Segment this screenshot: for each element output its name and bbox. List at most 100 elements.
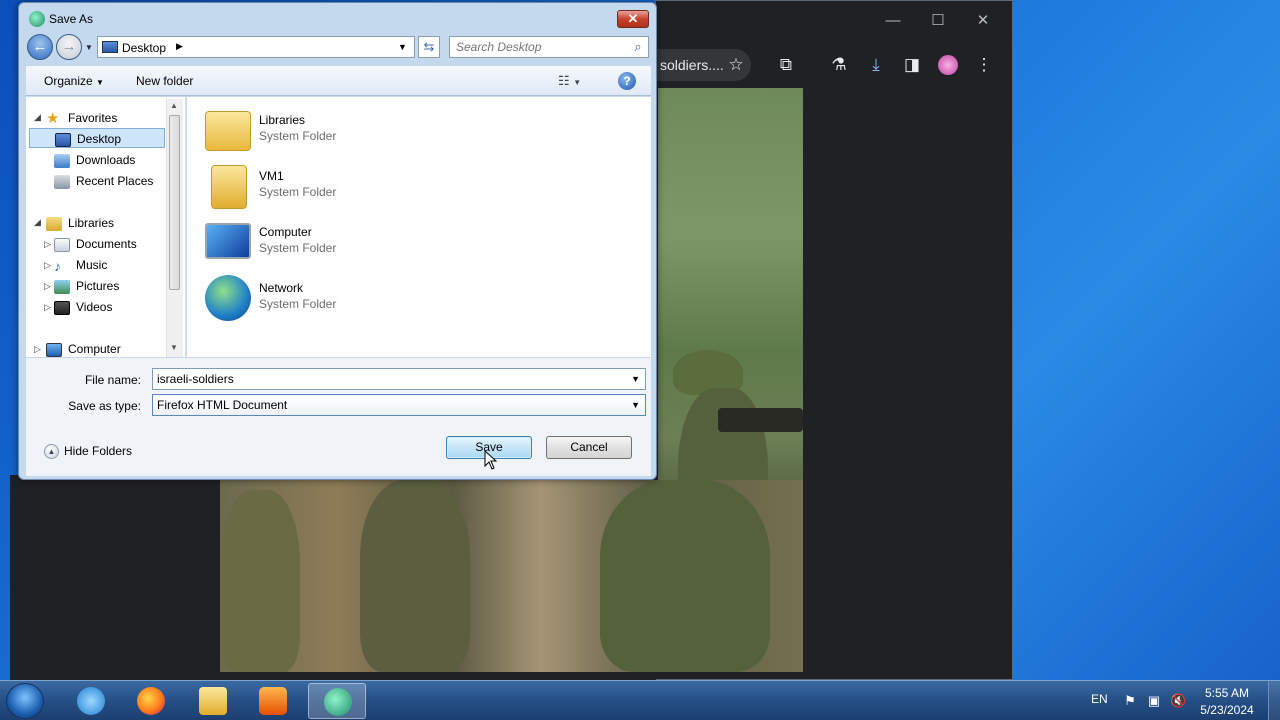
list-item[interactable]: Computer System Folder (205, 219, 505, 269)
profile-avatar[interactable] (936, 53, 960, 77)
cancel-button[interactable]: Cancel (546, 436, 632, 459)
sidebar-item-libraries[interactable]: Libraries (46, 213, 114, 233)
start-button[interactable] (6, 683, 44, 719)
chevron-down-icon[interactable]: ▼ (631, 400, 640, 410)
dialog-title: Save As (49, 12, 94, 26)
labs-flask-icon[interactable]: ⚗ (827, 53, 851, 77)
sidebar-item-recent-places[interactable]: Recent Places (54, 171, 153, 191)
expand-pictures-icon[interactable]: ▷ (44, 281, 51, 292)
more-menu-icon[interactable]: ⋮ (972, 53, 996, 77)
network-tray-icon[interactable]: ▣ (1146, 693, 1162, 709)
volume-muted-icon[interactable]: 🔇 (1170, 693, 1186, 709)
new-folder-button[interactable]: New folder (136, 74, 193, 88)
breadcrumb[interactable]: Desktop (122, 41, 166, 55)
download-icon[interactable]: ⤓ (864, 53, 888, 77)
organize-label: Organize (44, 74, 93, 88)
libraries-folder-icon (205, 111, 251, 151)
libraries-icon (46, 216, 62, 231)
chevron-right-icon[interactable]: ▶ (176, 41, 183, 52)
browser-toolbar: soldiers.... ☆ ⧉ ⚗ ⤓ ◨ ⋮ (656, 43, 1012, 85)
sidebar-item-pictures[interactable]: Pictures (54, 276, 119, 296)
sidebar-item-desktop[interactable]: Desktop (29, 128, 165, 148)
videos-icon (54, 300, 70, 315)
file-name-input[interactable] (157, 372, 617, 386)
chevron-down-icon: ▼ (96, 78, 104, 87)
expand-favorites-icon[interactable]: ◢ (34, 112, 41, 123)
sidebar-item-downloads[interactable]: Downloads (54, 150, 135, 170)
taskbar-internet-explorer[interactable] (62, 683, 120, 719)
expand-libraries-icon[interactable]: ◢ (34, 217, 41, 228)
taskbar-file-explorer[interactable] (184, 683, 242, 719)
save-as-type-label: Save as type: (68, 399, 141, 413)
sidebar-item-computer[interactable]: Computer (46, 339, 121, 359)
file-name-field[interactable]: ▼ (152, 368, 646, 390)
bookmark-star-icon[interactable]: ☆ (724, 53, 748, 77)
minimize-button[interactable]: — (879, 9, 907, 33)
side-panel-icon[interactable]: ◨ (900, 53, 924, 77)
music-icon: ♪ (54, 257, 61, 274)
back-button[interactable]: ← (27, 34, 53, 60)
save-as-type-value: Firefox HTML Document (157, 398, 288, 412)
video-frame-bottom (220, 480, 803, 672)
extensions-icon[interactable]: ⧉ (774, 53, 798, 77)
taskbar-browser-app[interactable] (308, 683, 366, 719)
action-center-flag-icon[interactable]: ⚑ (1122, 693, 1138, 709)
chevron-down-icon[interactable]: ▼ (631, 374, 640, 384)
clock-date[interactable]: 5/23/2024 (1192, 703, 1262, 717)
help-icon[interactable]: ? (618, 72, 636, 90)
maximize-button[interactable]: ☐ (924, 9, 952, 33)
scrollbar-thumb[interactable] (169, 115, 180, 290)
dialog-close-button[interactable]: ✕ (617, 10, 649, 28)
pictures-icon (54, 279, 70, 294)
recent-places-icon (54, 174, 70, 189)
expand-documents-icon[interactable]: ▷ (44, 239, 51, 250)
sidebar-item-music[interactable]: ♪ Music (54, 255, 107, 275)
recent-locations-dropdown[interactable]: ▼ (85, 43, 93, 52)
search-icon[interactable]: ⌕ (630, 39, 646, 55)
media-player-icon (259, 687, 287, 715)
taskbar-firefox[interactable] (122, 683, 180, 719)
show-desktop-button[interactable] (1268, 681, 1280, 720)
browser-close-button[interactable]: ✕ (969, 9, 997, 33)
file-name-label: File name: (84, 373, 141, 387)
computer-icon (46, 342, 62, 357)
internet-explorer-icon (77, 687, 105, 715)
chevron-down-icon[interactable]: ▼ (398, 42, 407, 52)
file-explorer-icon (199, 687, 227, 715)
documents-icon (54, 237, 70, 252)
sidebar-item-videos[interactable]: Videos (54, 297, 112, 317)
downloads-folder-icon (54, 153, 70, 168)
change-view-button[interactable]: ☷ ▼ (558, 73, 581, 89)
address-bar[interactable]: Desktop ▶ ▼ (97, 36, 415, 58)
list-item[interactable]: Network System Folder (205, 275, 505, 325)
sidebar-item-favorites[interactable]: ★ Favorites (46, 108, 117, 128)
language-indicator[interactable]: EN (1091, 692, 1108, 706)
desktop-icon (102, 41, 118, 53)
taskbar: EN ⚑ ▣ 🔇 5:55 AM 5/23/2024 (0, 680, 1280, 720)
clock-time[interactable]: 5:55 AM (1192, 686, 1262, 700)
expand-videos-icon[interactable]: ▷ (44, 302, 51, 313)
organize-button[interactable]: Organize ▼ (44, 74, 104, 88)
search-box[interactable]: ⌕ (449, 36, 649, 58)
taskbar-media-player[interactable] (244, 683, 302, 719)
expand-music-icon[interactable]: ▷ (44, 260, 51, 271)
list-item[interactable]: Libraries System Folder (205, 107, 505, 157)
computer-icon (205, 223, 251, 259)
forward-button[interactable]: → (56, 34, 82, 60)
user-folder-icon (211, 165, 247, 209)
sidebar-item-documents[interactable]: Documents (54, 234, 137, 254)
star-icon: ★ (46, 109, 60, 127)
desktop-icon (55, 132, 71, 147)
browser-titlebar: — ☐ ✕ (656, 1, 1012, 41)
search-input[interactable] (456, 40, 626, 54)
expand-computer-icon[interactable]: ▷ (34, 344, 41, 355)
app-icon (29, 11, 45, 27)
hide-folders-button[interactable]: ▲ Hide Folders (44, 444, 132, 460)
save-as-type-select[interactable]: Firefox HTML Document ▼ (152, 394, 646, 416)
save-as-dialog: Save As ✕ ← → ▼ Desktop ▶ ▼ ⇆ ⌕ Organize… (18, 2, 657, 480)
mouse-cursor-icon (484, 450, 498, 470)
firefox-icon (137, 687, 165, 715)
refresh-button[interactable]: ⇆ (418, 36, 440, 58)
list-item[interactable]: VM1 System Folder (205, 163, 505, 213)
navigation-pane: ◢ ★ Favorites Desktop Downloads Recent Pl… (26, 97, 186, 357)
